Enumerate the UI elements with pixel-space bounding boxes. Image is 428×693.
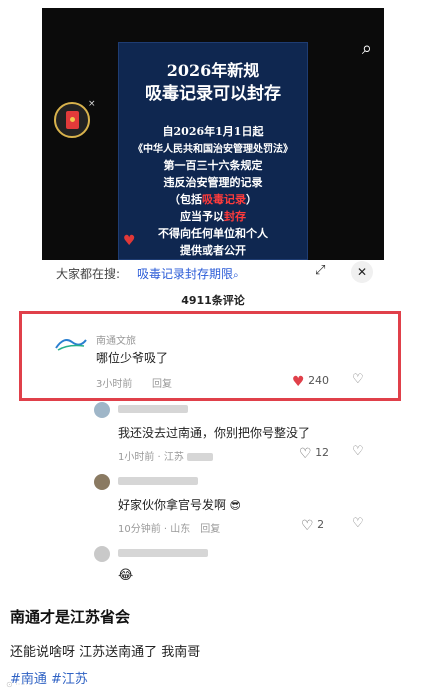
comment-count: 4911条评论 [181,294,245,307]
search-term: 吸毒记录封存期限 [137,267,234,281]
like-button[interactable]: ♡ 2 [301,518,324,534]
emoji-icon: 😎 [226,499,241,512]
poster-line-highlight: （包括吸毒记录） [119,191,307,207]
news-poster: 2026年新规 吸毒记录可以封存 自2026年1月1日起 《中华人民共和国治安管… [118,42,308,260]
search-prefix: 大家都在搜: [56,267,121,281]
poster-red-text: 吸毒记录 [202,193,246,206]
avatar[interactable] [94,546,110,562]
poster-red-text: 封存 [224,210,246,223]
expand-icon[interactable]: ⤢ [315,263,325,278]
comment-meta: 10分钟前 · 山东 回复 [118,524,221,535]
poster-text: 应当予以 [180,210,224,223]
poster-line: 《中华人民共和国治安管理处罚法》 [133,144,293,155]
comment-location: 江苏 [163,452,184,463]
poster-text: （包括 [169,193,202,206]
comment-text: 好家伙你拿官号发啊 😎 [118,496,241,513]
comment-author-redacted[interactable] [118,476,198,487]
search-icon: ⌕ [233,270,239,281]
comment-time: 1小时前 [118,452,155,463]
close-button[interactable]: ✕ [351,261,373,283]
suggested-search-bar[interactable]: 大家都在搜: 吸毒记录封存期限⌕ ⤢ ✕ [42,260,384,286]
poster-line: 违反治安管理的记录 [163,176,263,189]
avatar[interactable] [94,402,110,418]
search-term-link[interactable]: 吸毒记录封存期限⌕ [137,265,239,282]
post-title: 南通才是江苏省会 [10,608,131,626]
comment-time: 10分钟前 [118,524,161,535]
reply-button[interactable]: 回复 [200,524,220,535]
comment-author-redacted[interactable] [118,404,188,415]
poster-line: 提供或者公开 [180,244,246,257]
close-icon[interactable]: × [88,99,96,109]
screenshot-panel: ⌕ × 2026年新规 吸毒记录可以封存 自2026年1月1日起 《中华人民共和… [42,0,384,593]
comment-location: 山东 [170,524,191,535]
video-player[interactable]: ⌕ × 2026年新规 吸毒记录可以封存 自2026年1月1日起 《中华人民共和… [42,8,384,260]
post-text: 还能说啥呀 江苏送南通了 我南哥 [10,645,201,660]
dislike-icon[interactable]: ♡ [352,516,364,531]
poster-line: 自2026年1月1日起 [162,125,264,138]
heart-outline-icon: ♡ [299,446,312,462]
emoji-icon: 😂 [118,568,134,583]
dislike-icon[interactable]: ♡ [352,444,364,459]
poster-title-line2: 吸毒记录可以封存 [145,84,281,104]
comment-text: 我还没去过南通，你别把你号整没了 [118,426,311,440]
search-icon[interactable]: ⌕ [362,38,372,59]
comment-author-redacted[interactable] [118,548,208,559]
poster-line: 第一百三十六条规定 [163,159,263,172]
heart-logo-icon: ♥ [123,233,136,249]
comment-text-body: 好家伙你拿官号发啊 [118,498,227,512]
highlight-box [19,311,401,401]
poster-text: ） [246,193,257,206]
red-envelope-widget[interactable] [54,102,90,138]
poster-line: 不得向任何单位和个人 [158,227,268,240]
poster-line-highlight: 应当予以封存 [119,208,307,224]
avatar[interactable] [94,474,110,490]
like-count: 12 [315,446,330,459]
watermark-icon: ⊙ ····· [6,680,28,689]
poster-title-line1: 2026年新规 [166,61,260,80]
comment-meta: 1小时前 · 江苏 [118,448,214,463]
heart-outline-icon: ♡ [301,518,314,534]
like-count: 2 [317,518,325,531]
like-button[interactable]: ♡ 12 [299,446,329,462]
red-envelope-icon [66,111,79,129]
